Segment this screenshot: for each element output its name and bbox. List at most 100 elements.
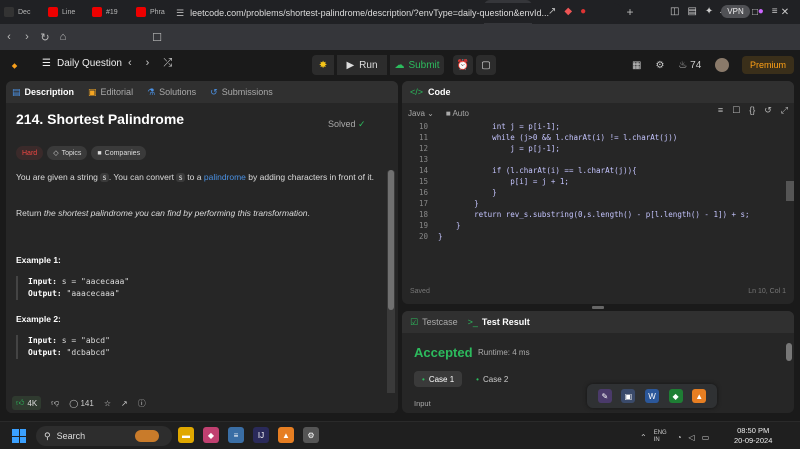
wallet-icon[interactable]: ▤ [687,6,696,17]
tag-icon: ◇ [53,150,59,157]
description-scrollbar[interactable] [387,170,395,413]
result-scrollbar[interactable] [786,343,792,361]
avatar[interactable] [715,58,730,72]
vlc-icon[interactable]: ▲ [692,389,707,403]
bookmark-icon[interactable]: ☐ [732,105,740,116]
word-icon[interactable]: W [644,389,659,403]
url-text: leetcode.com/problems/shortest-palindrom… [190,8,550,18]
extension-icon[interactable]: ◆ [564,6,572,17]
expand-icon[interactable]: ⤢ [781,105,788,116]
dislike-icon[interactable]: 👎︎ [51,398,59,408]
daily-question-label: Daily Question [56,58,122,69]
timer-button[interactable]: ⏰ [453,55,473,75]
taskbar: ⚲ Search ▬ ◆ ≡ IJ ▲ ⚙ ⌃ ENG IN ◔ ◁ ▭ 08:… [0,421,800,449]
vpn-button[interactable]: VPN [721,5,750,18]
daily-question-link[interactable]: ☰ Daily Question [42,58,122,69]
streak-counter[interactable]: ♨ 74 [678,60,701,71]
share-icon[interactable]: ↗ [548,6,556,17]
comments-button[interactable]: ◯ 141 [69,399,94,408]
reload-icon[interactable]: ↻ [36,31,54,44]
notepad-icon[interactable]: ≡ [228,427,244,443]
tab-submissions[interactable]: ↺ Submissions [210,87,273,98]
language-select[interactable]: Java ⌄ [408,109,434,118]
shield-icon[interactable]: ◆ [668,389,683,403]
topics-button[interactable]: ◇ Topics [47,146,88,160]
layout-grid-icon[interactable]: ▦ [632,60,641,71]
clock-time: 08:50 PM [737,426,770,435]
shuffle-icon[interactable]: ⤮ [163,57,172,70]
extensions-icon[interactable]: ✦ [705,6,713,17]
browser-tab[interactable]: Line [44,0,88,24]
run-button[interactable]: ▶ Run [337,55,387,75]
topics-label: Topics [61,149,82,157]
line-text: } [438,232,443,241]
premium-button[interactable]: Premium [742,56,794,74]
tab-test-result[interactable]: >_ Test Result [468,317,530,327]
brave-icon[interactable]: ● [758,6,764,17]
scrollbar-thumb[interactable] [388,170,394,310]
brave-browser-icon[interactable]: ◆ [203,427,219,443]
windows-start-icon[interactable] [12,429,26,443]
tab-case-1[interactable]: • Case 1 [414,371,463,387]
companies-button[interactable]: ■ Companies [91,146,147,160]
line-text: p[i] = j + 1; [438,177,569,186]
palindrome-link[interactable]: palindrome [204,172,246,182]
bookmark-icon[interactable]: ☐ [148,31,166,44]
difficulty-badge: Hard [16,146,44,160]
intellij-icon[interactable]: IJ [253,427,269,443]
file-explorer-icon[interactable]: ▬ [178,427,194,443]
reset-icon[interactable]: ↺ [764,105,772,116]
tab-description[interactable]: ▤ Description [12,87,74,98]
home-icon[interactable]: ⌂ [54,31,72,43]
tray-chevron-icon[interactable]: ⌃ [640,433,647,442]
leetcode-logo-icon[interactable]: ⬩ [12,57,26,73]
help-icon[interactable]: ⓘ [138,398,146,409]
line-number: 13 [418,155,428,164]
tab-solutions[interactable]: ⚗ Solutions [147,87,196,98]
menu-icon[interactable]: ≡ [772,6,778,17]
settings-icon[interactable]: ⚙ [303,427,319,443]
code-editor[interactable]: 10 int j = p[i-1]; 11 while (j>0 && l.cha… [402,121,794,283]
notes-button[interactable]: ▢ [476,55,496,75]
panel-resize-handle[interactable] [592,306,604,309]
star-icon[interactable]: ☆ [104,399,111,408]
taskbar-clock[interactable]: 08:50 PM 20-09-2024 [734,426,772,446]
editor-scrollbar[interactable] [786,181,794,201]
prev-problem-icon[interactable]: ‹ [128,57,132,70]
next-problem-icon[interactable]: › [146,57,150,70]
like-button[interactable]: 👍︎ 4K [12,396,42,410]
tab-editorial[interactable]: ▣ Editorial [88,87,133,98]
line-number: 14 [418,166,428,175]
share-icon[interactable]: ↗ [121,399,128,408]
browser-tab[interactable]: #19 [88,0,132,24]
new-tab-plus-icon[interactable]: + [620,5,640,19]
battery-icon[interactable]: ▭ [702,433,710,442]
line-text: while (j>0 && l.charAt(i) != l.charAt(j)… [438,133,678,142]
back-icon[interactable]: ‹ [0,31,18,43]
sidebar-icon[interactable]: ◫ [670,6,679,17]
problem-nav: ‹ › ⤮ [128,57,172,70]
braces-icon[interactable]: {} [749,105,755,116]
leo-icon[interactable]: ● [580,6,586,17]
format-icon[interactable]: ≡ [718,105,723,116]
tab-code[interactable]: </> Code [402,81,794,103]
submit-button[interactable]: ☁ Submit [390,55,444,75]
chat-icon[interactable]: ▣ [621,389,636,403]
pen-icon[interactable]: ✎ [597,389,612,403]
volume-icon[interactable]: ◁ [689,433,695,442]
taskbar-search[interactable]: ⚲ Search [36,426,172,446]
forward-icon[interactable]: › [18,31,36,43]
tab-testcase[interactable]: ☑ Testcase [410,317,458,328]
auto-toggle[interactable]: ■ Auto [446,109,469,118]
example-input: s = "aacecaaa" [61,277,130,286]
wifi-icon[interactable]: ◔ [677,433,682,442]
browser-tab[interactable]: Dec [0,0,44,24]
language-indicator[interactable]: ENG IN [654,430,670,444]
tab-case-2[interactable]: • Case 2 [468,371,516,387]
settings-gear-icon[interactable]: ⚙ [655,60,664,71]
debug-button[interactable]: ✸ [312,55,334,75]
vlc-player-icon[interactable]: ▲ [278,427,294,443]
line-text: } [438,188,497,197]
site-settings-icon[interactable]: ☰ [176,8,184,19]
code-line: 19 } [402,220,794,231]
